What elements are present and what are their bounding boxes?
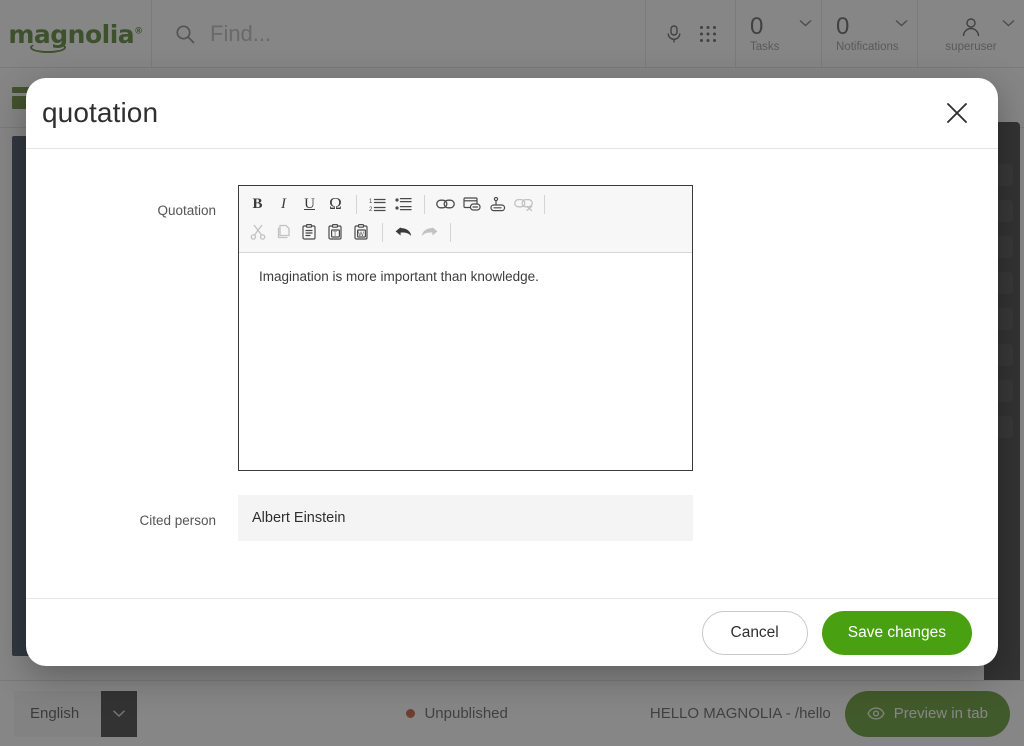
anchor-link-icon[interactable]	[485, 192, 510, 217]
rich-text-toolbar: B I U Ω 1 2 T W	[239, 186, 692, 253]
svg-text:T: T	[333, 232, 337, 238]
italic-icon[interactable]: I	[271, 192, 296, 217]
field-row-cited-person: Cited person	[26, 495, 998, 541]
toolbar-separator	[450, 222, 451, 242]
toolbar-row-formatting: B I U Ω 1 2	[245, 190, 686, 218]
internal-page-link-icon[interactable]	[459, 192, 484, 217]
toolbar-separator	[356, 194, 357, 214]
unlink-icon	[511, 192, 536, 217]
numbered-list-icon[interactable]: 1 2	[365, 192, 390, 217]
quotation-dialog: quotation Quotation B I U Ω 1 2 T W Imag…	[26, 78, 998, 666]
svg-text:1: 1	[369, 199, 373, 205]
undo-icon[interactable]	[391, 220, 416, 245]
cut-icon	[245, 220, 270, 245]
quotation-field-label: Quotation	[157, 203, 216, 218]
bold-icon[interactable]: B	[245, 192, 270, 217]
special-character-icon[interactable]: Ω	[323, 192, 348, 217]
field-row-quotation: Quotation B I U Ω 1 2 T W Imagination is…	[26, 185, 998, 471]
toolbar-separator	[424, 194, 425, 214]
cited-person-input[interactable]	[238, 495, 693, 541]
paste-as-plain-text-icon[interactable]: T	[323, 220, 348, 245]
toolbar-row-clipboard: T W	[245, 218, 686, 246]
paste-from-word-icon[interactable]: W	[349, 220, 374, 245]
save-changes-button[interactable]: Save changes	[821, 610, 972, 655]
svg-text:2: 2	[369, 207, 373, 212]
dialog-title: quotation	[42, 97, 159, 128]
close-icon	[944, 100, 970, 126]
dialog-body: Quotation B I U Ω 1 2 T W Imagination is…	[26, 149, 998, 598]
bulleted-list-icon[interactable]	[391, 192, 416, 217]
cancel-button[interactable]: Cancel	[701, 610, 808, 655]
toolbar-separator	[382, 222, 383, 242]
close-dialog-button[interactable]	[938, 94, 976, 132]
copy-icon	[271, 220, 296, 245]
redo-icon	[417, 220, 442, 245]
link-icon[interactable]	[433, 192, 458, 217]
dialog-footer: Cancel Save changes	[26, 598, 998, 666]
toolbar-separator	[544, 194, 545, 214]
dialog-header: quotation	[26, 78, 998, 149]
cited-person-field-label: Cited person	[139, 513, 216, 528]
svg-text:W: W	[358, 232, 364, 238]
paste-icon[interactable]	[297, 220, 322, 245]
quotation-editor-content[interactable]: Imagination is more important than knowl…	[239, 253, 692, 470]
rich-text-editor: B I U Ω 1 2 T W Imagination is more impo…	[238, 185, 693, 471]
underline-icon[interactable]: U	[297, 192, 322, 217]
